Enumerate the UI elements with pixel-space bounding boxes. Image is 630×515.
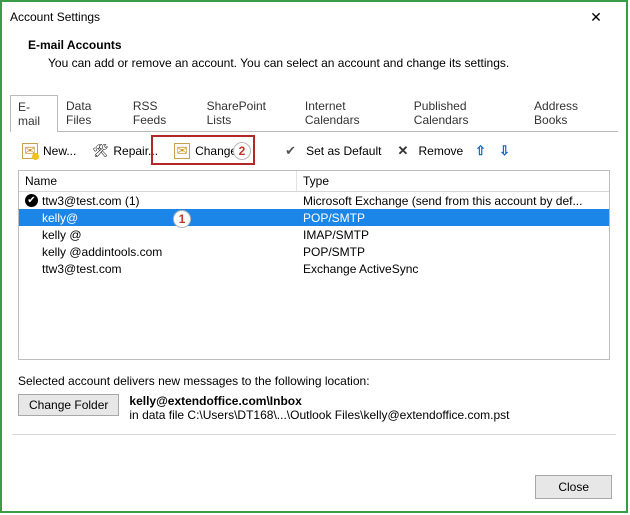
repair-icon (92, 143, 108, 159)
section-description: You can add or remove an account. You ca… (48, 56, 604, 70)
account-row[interactable]: ttw3@test.com Exchange ActiveSync (19, 260, 609, 277)
set-default-icon (285, 143, 301, 159)
accounts-list-body: ✔ ttw3@test.com (1) Microsoft Exchange (… (19, 192, 609, 277)
accounts-list-header: Name Type (19, 171, 609, 192)
remove-icon (397, 143, 413, 159)
move-up-button[interactable] (473, 140, 493, 162)
account-type: Exchange ActiveSync (297, 262, 609, 276)
new-mail-icon (22, 143, 38, 159)
set-default-button[interactable]: Set as Default (279, 140, 387, 162)
change-folder-button[interactable]: Change Folder (18, 394, 119, 416)
arrow-down-icon (499, 143, 515, 159)
tab-published-calendars[interactable]: Published Calendars (406, 94, 526, 131)
account-type: POP/SMTP (297, 211, 609, 225)
new-button[interactable]: New... (16, 140, 82, 162)
tab-rss-feeds[interactable]: RSS Feeds (125, 94, 199, 131)
account-name: ttw3@test.com (42, 262, 122, 276)
account-row[interactable]: kelly@ POP/SMTP (19, 209, 609, 226)
window-close-button[interactable]: ✕ (574, 3, 618, 31)
annotation-badge-1: 1 (173, 210, 191, 228)
account-row[interactable]: ✔ ttw3@test.com (1) Microsoft Exchange (… (19, 192, 609, 209)
delivery-details: kelly@extendoffice.com\Inbox in data fil… (129, 394, 509, 422)
tab-internet-calendars[interactable]: Internet Calendars (297, 94, 406, 131)
delivery-location-path: kelly@extendoffice.com\Inbox (129, 394, 509, 408)
account-type: IMAP/SMTP (297, 228, 609, 242)
close-icon: ✕ (590, 9, 602, 26)
repair-label: Repair... (113, 144, 158, 158)
account-name: kelly @ (42, 228, 82, 242)
tab-strip: E-mail Data Files RSS Feeds SharePoint L… (10, 94, 618, 132)
tab-address-books[interactable]: Address Books (526, 94, 618, 131)
account-row[interactable]: kelly @ IMAP/SMTP (19, 226, 609, 243)
change-icon (174, 143, 190, 159)
arrow-up-icon (475, 143, 491, 159)
window-title: Account Settings (10, 10, 574, 24)
close-button[interactable]: Close (535, 475, 612, 499)
column-header-type[interactable]: Type (297, 171, 609, 191)
repair-button[interactable]: Repair... (86, 140, 164, 162)
default-account-icon: ✔ (25, 194, 38, 207)
remove-button[interactable]: Remove (391, 140, 469, 162)
delivery-location: Selected account delivers new messages t… (18, 374, 610, 422)
remove-label: Remove (418, 144, 463, 158)
separator (12, 434, 616, 435)
tab-email[interactable]: E-mail (10, 95, 58, 132)
accounts-list: Name Type ✔ ttw3@test.com (1) Microsoft … (18, 170, 610, 360)
account-name: kelly @addintools.com (42, 245, 162, 259)
tab-sharepoint-lists[interactable]: SharePoint Lists (199, 94, 297, 131)
toolbar: New... Repair... Change... Set as Defaul… (2, 132, 626, 170)
delivery-caption: Selected account delivers new messages t… (18, 374, 610, 388)
section-header: E-mail Accounts You can add or remove an… (2, 32, 626, 72)
set-default-label: Set as Default (306, 144, 381, 158)
section-heading: E-mail Accounts (28, 38, 604, 52)
delivery-data-file: in data file C:\Users\DT168\...\Outlook … (129, 408, 509, 422)
account-row[interactable]: kelly @addintools.com POP/SMTP (19, 243, 609, 260)
new-label: New... (43, 144, 76, 158)
tab-data-files[interactable]: Data Files (58, 94, 125, 131)
account-name: kelly@ (42, 211, 78, 225)
annotation-badge-2: 2 (233, 142, 251, 160)
account-name: ttw3@test.com (1) (42, 194, 140, 208)
account-type: POP/SMTP (297, 245, 609, 259)
column-header-name[interactable]: Name (19, 171, 297, 191)
title-bar: Account Settings ✕ (2, 2, 626, 32)
account-type: Microsoft Exchange (send from this accou… (297, 194, 609, 208)
move-down-button[interactable] (497, 140, 517, 162)
